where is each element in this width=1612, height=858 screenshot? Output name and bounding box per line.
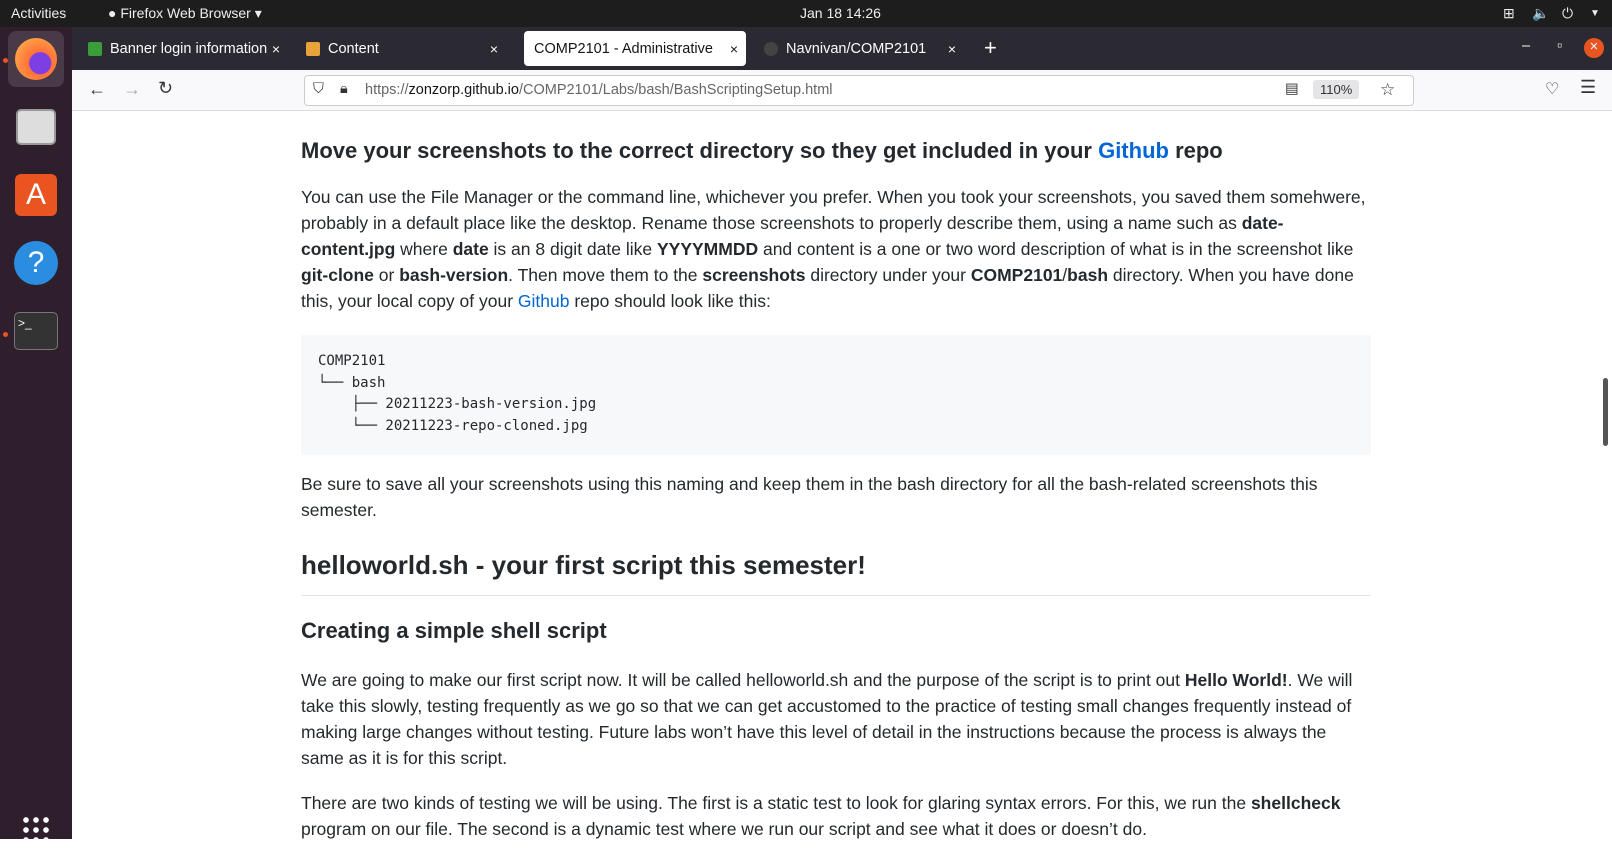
text: where [395,239,453,259]
paragraph-first-script: We are going to make our first script no… [301,667,1371,771]
firefox-app-menu[interactable]: ● Firefox Web Browser ▾ [108,5,262,22]
directory-tree-code-block: COMP2101 └── bash ├── 20211223-bash-vers… [301,335,1371,455]
bold-text: git-clone [301,265,374,285]
running-indicator [3,332,8,337]
tab-bar: Banner login information × Content × COMP2… [72,27,1612,70]
tab-label: Content [328,40,379,57]
tab-close-button[interactable]: × [730,41,738,57]
bold-text: COMP2101 [970,265,1063,285]
bold-text: screenshots [702,265,806,285]
menu-icon[interactable]: ☰ [1580,77,1596,98]
tab-label: Banner login information [110,40,268,57]
dock-help[interactable]: ? [8,235,64,291]
new-tab-button[interactable]: + [984,35,997,61]
heading-text: repo [1168,138,1223,163]
subheading-simple-script: Creating a simple shell script [301,618,607,643]
forward-button[interactable]: → [123,79,141,100]
divider [301,595,1371,596]
bold-text: date [452,239,489,259]
bold-text: YYYYMMDD [656,239,759,259]
section-heading-move-screenshots: Move your screenshots to the correct dir… [301,136,1223,166]
url-bar[interactable]: ⛉ 🔒︎ https://zonzorp.github.io/COMP2101/… [304,75,1414,106]
github-link[interactable]: Github [1098,138,1169,163]
text: or [373,265,400,285]
bold-text: Hello World! [1184,670,1288,690]
activities-button[interactable]: Activities [11,5,66,21]
reader-view-icon[interactable]: ▤ [1285,81,1299,97]
tab-close-button[interactable]: × [272,41,280,57]
github-favicon-icon [764,41,778,56]
dock-software[interactable]: A [8,167,64,223]
tab-label: Navnivan/COMP2101 [786,40,927,57]
show-applications-button[interactable] [8,802,64,858]
text: . Then move them to the [508,265,703,285]
back-button[interactable]: ← [88,79,106,100]
text: You can use the File Manager or the comm… [301,187,1366,233]
content-favicon-icon [306,41,320,56]
software-icon: A [15,174,57,216]
maximize-button[interactable]: ▫ [1557,38,1562,54]
text: repo should look like this: [569,291,771,311]
paragraph-testing: There are two kinds of testing we will b… [301,790,1371,842]
text: is an 8 digit date like [488,239,657,259]
network-icon[interactable]: ⊞ [1503,5,1515,22]
heading-text: Move your screenshots to the correct dir… [301,138,1099,163]
tab-close-button[interactable]: × [948,41,956,57]
tab-comp2101[interactable]: COMP2101 - Administrative × [524,31,746,66]
grid-icon [21,815,51,845]
paragraph-naming: Be sure to save all your screenshots usi… [301,474,1318,520]
dock-firefox[interactable] [8,31,64,87]
text: We are going to make our first script no… [301,670,1185,690]
system-menu-arrow-icon[interactable]: ▼ [1590,8,1600,19]
dock: A ? >_ [0,27,72,845]
tab-banner[interactable]: Banner login information × [78,31,288,66]
text: There are two kinds of testing we will b… [301,793,1251,813]
dock-terminal[interactable]: >_ [8,303,64,359]
url-path: /COMP2101/Labs/bash/BashScriptingSetup.h… [518,82,833,98]
url-text[interactable]: https://zonzorp.github.io/COMP2101/Labs/… [365,82,833,98]
reload-button[interactable]: ↻ [158,78,173,99]
github-link[interactable]: Github [518,291,570,311]
page-scrollbar[interactable] [1603,378,1608,446]
text: program on our file. The second is a dyn… [301,819,1147,839]
bold-text: shellcheck [1250,793,1341,813]
firefox-icon [15,38,57,80]
running-indicator [3,58,8,63]
section-heading-helloworld: helloworld.sh - your first script this s… [301,550,866,580]
system-top-bar: Activities ● Firefox Web Browser ▾ Jan 1… [0,0,1612,27]
minimize-button[interactable]: – [1522,38,1530,54]
tab-label: COMP2101 - Administrative [534,40,713,57]
text: and content is a one or two word descrip… [758,239,1354,259]
tab-close-button[interactable]: × [490,41,498,57]
navigation-toolbar: ← → ↻ ⛉ 🔒︎ https://zonzorp.github.io/COM… [72,70,1612,111]
clock[interactable]: Jan 18 14:26 [800,5,881,21]
shield-icon[interactable]: ⛉ [313,81,324,97]
text: directory under your [805,265,971,285]
dock-files[interactable] [8,99,64,155]
url-scheme: https:// [365,82,409,98]
close-window-button[interactable]: × [1584,38,1604,58]
lock-icon[interactable]: 🔒︎ [340,81,348,97]
tab-content[interactable]: Content × [296,31,506,66]
zoom-level-button[interactable]: 110% [1313,80,1360,99]
bookmark-star-icon[interactable]: ☆ [1380,80,1395,100]
help-icon: ? [14,241,58,285]
app-menu-label: Firefox Web Browser ▾ [120,5,262,21]
url-domain: zonzorp.github.io [408,82,519,98]
bold-text: bash [1067,265,1109,285]
volume-icon[interactable]: 🔈 [1532,5,1549,22]
paragraph-rename-screenshots: You can use the File Manager or the comm… [301,184,1371,314]
power-icon[interactable]: ⏻ [1562,5,1573,22]
terminal-icon: >_ [14,312,58,350]
pocket-icon[interactable]: ♡ [1545,79,1559,99]
banner-favicon-icon [88,41,102,56]
files-icon [16,109,56,145]
tab-github[interactable]: Navnivan/COMP2101 × [754,31,964,66]
bold-text: bash-version [399,265,509,285]
